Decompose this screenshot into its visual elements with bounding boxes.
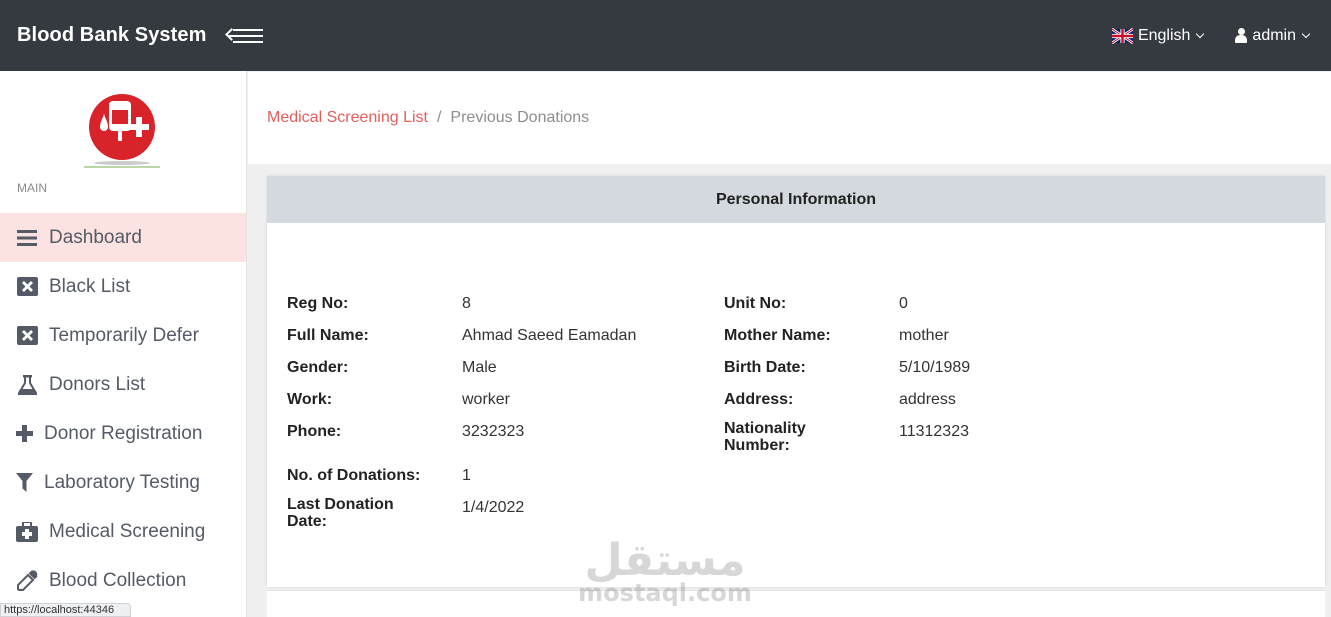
field-label-no-of-donations: No. of Donations: <box>287 467 421 484</box>
field-value-reg-no: 8 <box>462 295 471 312</box>
field-label-nationality-number: Nationality Number: <box>724 420 806 454</box>
field-label-birth-date: Birth Date: <box>724 359 806 376</box>
sidebar-item-medical-screening[interactable]: Medical Screening <box>0 507 246 556</box>
personal-information-card: Personal Information Reg No: 8 Full Name… <box>267 176 1325 587</box>
chevron-down-icon <box>1301 29 1311 38</box>
field-label-address: Address: <box>724 391 794 408</box>
user-icon <box>1235 28 1248 43</box>
filter-icon <box>16 472 33 494</box>
field-value-work: worker <box>462 391 511 408</box>
browser-status-url: https://localhost:44346 <box>0 603 131 617</box>
field-value-mother-name: mother <box>899 327 949 344</box>
sidebar-item-label: Blood Collection <box>49 569 187 591</box>
field-value-unit-no: 0 <box>899 295 908 312</box>
sidebar-item-label: Donor Registration <box>44 422 203 444</box>
field-value-address: address <box>899 391 956 408</box>
eyedropper-icon <box>16 570 38 592</box>
field-value-nationality-number: 11312323 <box>899 423 969 440</box>
language-label: English <box>1137 26 1191 44</box>
sidebar-toggle-icon[interactable] <box>224 26 263 46</box>
sidebar-item-dashboard[interactable]: Dashboard <box>0 213 246 262</box>
sidebar-item-label: Black List <box>49 275 131 297</box>
breadcrumb-current: Previous Donations <box>450 109 590 126</box>
user-name: admin <box>1252 26 1296 44</box>
card-title: Personal Information <box>267 176 1325 223</box>
sidebar-item-laboratory-testing[interactable]: Laboratory Testing <box>0 458 246 507</box>
sidebar-item-label: Donors List <box>49 373 146 395</box>
field-value-last-donation-date: 1/4/2022 <box>462 499 525 516</box>
field-label-full-name: Full Name: <box>287 327 369 344</box>
field-label-gender: Gender: <box>287 359 349 376</box>
sidebar-item-temporarily-defer[interactable]: Temporarily Defer <box>0 311 246 360</box>
medkit-icon <box>16 521 38 543</box>
field-value-phone: 3232323 <box>462 423 525 440</box>
field-value-full-name: Ahmad Saeed Eamadan <box>462 327 637 344</box>
user-menu[interactable]: admin <box>1235 26 1311 45</box>
sidebar-item-donor-registration[interactable]: Donor Registration <box>0 409 246 458</box>
sidebar-item-black-list[interactable]: Black List <box>0 262 246 311</box>
breadcrumb: Medical Screening List / Previous Donati… <box>248 72 1331 164</box>
field-value-gender: Male <box>462 359 497 376</box>
x-square-icon <box>16 276 38 298</box>
sidebar-item-label: Medical Screening <box>49 520 206 542</box>
sidebar: MAIN Dashboard Black List Temporarily De… <box>0 71 247 617</box>
blood-bank-logo[interactable] <box>82 93 162 175</box>
sidebar-item-label: Temporarily Defer <box>49 324 199 346</box>
top-navbar: Blood Bank System English admin <box>0 0 1331 71</box>
breadcrumb-link-medical-screening-list[interactable]: Medical Screening List <box>267 109 428 127</box>
language-dropdown[interactable]: English <box>1111 26 1205 45</box>
sidebar-item-label: Dashboard <box>49 226 142 248</box>
field-label-reg-no: Reg No: <box>287 295 349 312</box>
sidebar-section-label: MAIN <box>17 181 47 195</box>
sidebar-nav: Dashboard Black List Temporarily Defer D… <box>0 213 246 605</box>
bars-icon <box>16 227 38 249</box>
field-label-unit-no: Unit No: <box>724 295 787 312</box>
field-label-mother-name: Mother Name: <box>724 327 831 344</box>
chevron-down-icon <box>1196 29 1205 38</box>
field-label-last-donation-date: Last Donation Date: <box>287 496 394 530</box>
secondary-card <box>267 590 1325 617</box>
field-value-birth-date: 5/10/1989 <box>899 359 971 376</box>
field-label-work: Work: <box>287 391 333 408</box>
sidebar-item-blood-collection[interactable]: Blood Collection <box>0 556 246 605</box>
sidebar-item-label: Laboratory Testing <box>44 471 200 493</box>
sidebar-item-donors-list[interactable]: Donors List <box>0 360 246 409</box>
plus-icon <box>16 423 33 445</box>
field-value-no-of-donations: 1 <box>462 467 471 484</box>
x-square-icon <box>16 325 38 347</box>
field-label-phone: Phone: <box>287 423 342 440</box>
flask-icon <box>16 374 38 396</box>
app-title[interactable]: Blood Bank System <box>17 24 207 47</box>
uk-flag-icon <box>1111 27 1133 44</box>
breadcrumb-separator: / <box>436 109 442 126</box>
